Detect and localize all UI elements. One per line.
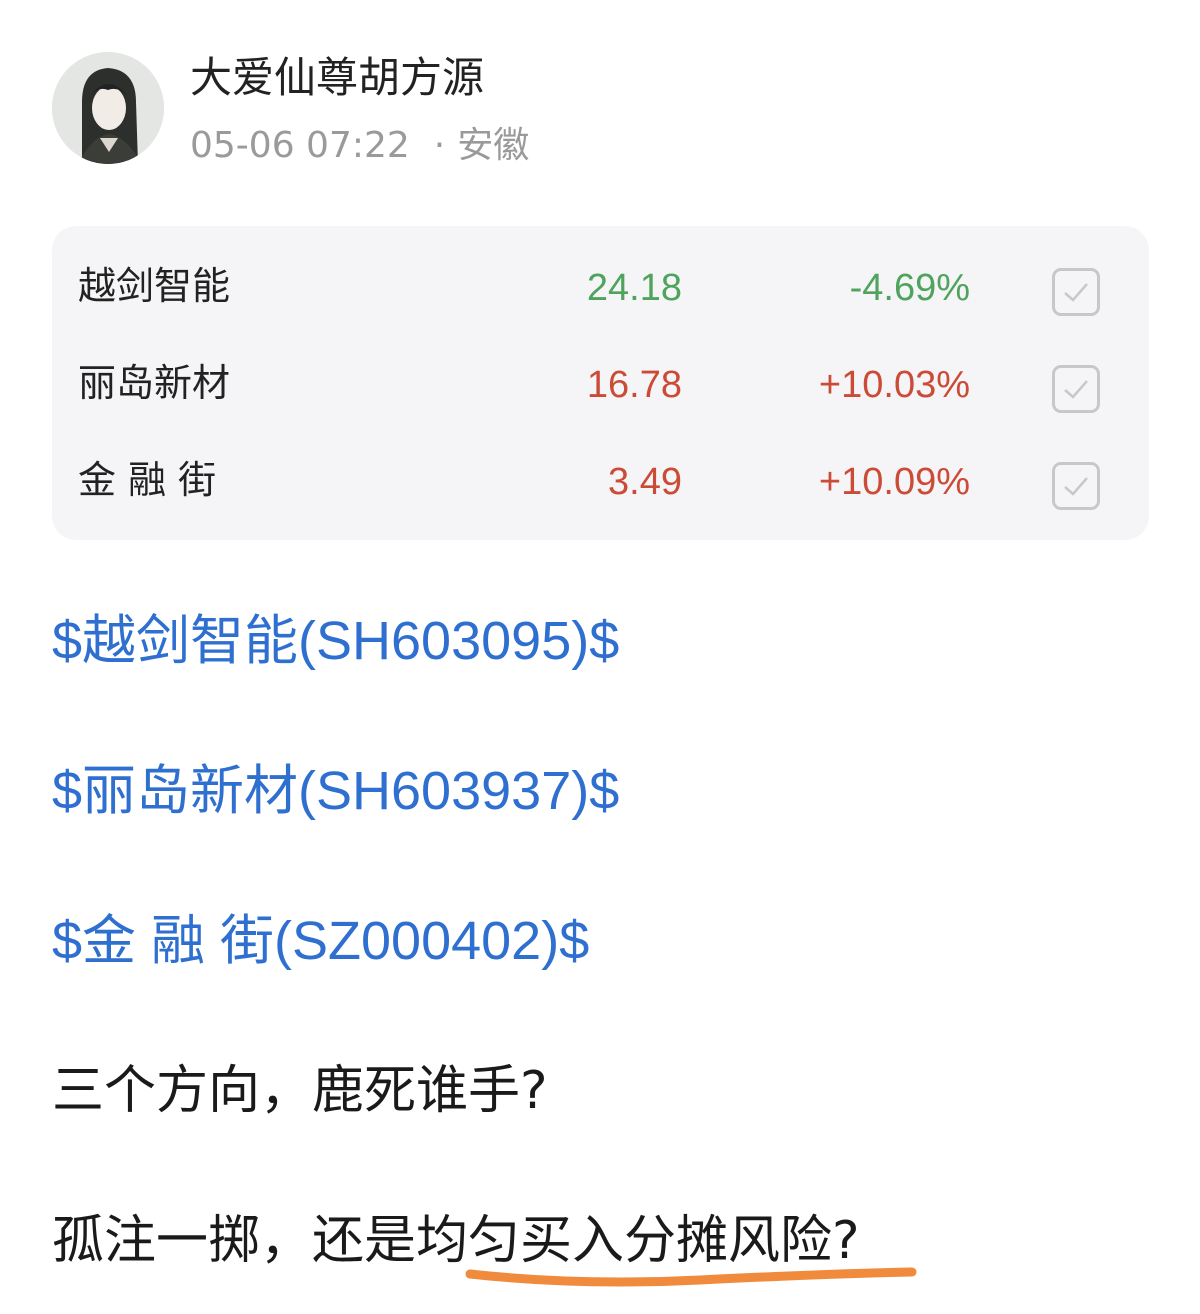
stock-row[interactable]: 越剑智能 24.18 -4.69%: [52, 234, 1149, 330]
stock-link[interactable]: $金 融 街(SZ000402)$: [52, 908, 589, 974]
stock-link[interactable]: $丽岛新材(SH603937)$: [52, 758, 619, 824]
author-name[interactable]: 大爱仙尊胡方源: [190, 52, 484, 104]
meta-separator: ·: [433, 125, 446, 166]
checkbox[interactable]: [1052, 268, 1100, 316]
stock-card: 越剑智能 24.18 -4.69% 丽岛新材 16.78 +10.03% 金 融…: [52, 226, 1149, 540]
checkmark-icon: [1064, 477, 1088, 496]
avatar[interactable]: [52, 52, 164, 164]
stock-price: 16.78: [586, 364, 682, 406]
stock-name: 越剑智能: [78, 264, 231, 308]
stock-price: 24.18: [586, 267, 682, 309]
post-location: 安徽: [457, 125, 530, 166]
stock-row[interactable]: 金 融 街 3.49 +10.09%: [52, 428, 1149, 524]
post-body-line: 三个方向，鹿死谁手?: [52, 1061, 548, 1121]
stock-change: -4.69%: [849, 267, 970, 309]
stock-name: 金 融 街: [78, 458, 217, 502]
stock-name: 丽岛新材: [78, 361, 231, 405]
stock-change: +10.09%: [818, 461, 970, 503]
stock-price: 3.49: [608, 461, 682, 503]
stock-link[interactable]: $越剑智能(SH603095)$: [52, 608, 619, 674]
post-meta: 05-06 07:22 · 安徽: [190, 123, 529, 169]
checkbox[interactable]: [1052, 462, 1100, 510]
stock-change: +10.03%: [818, 364, 970, 406]
checkbox[interactable]: [1052, 365, 1100, 413]
post-time: 05-06 07:22: [190, 125, 410, 166]
post-header: 大爱仙尊胡方源 05-06 07:22 · 安徽: [0, 0, 1200, 200]
checkmark-icon: [1064, 380, 1088, 399]
stock-row[interactable]: 丽岛新材 16.78 +10.03%: [52, 331, 1149, 427]
highlight-underline: [465, 1267, 917, 1287]
checkmark-icon: [1064, 283, 1088, 302]
